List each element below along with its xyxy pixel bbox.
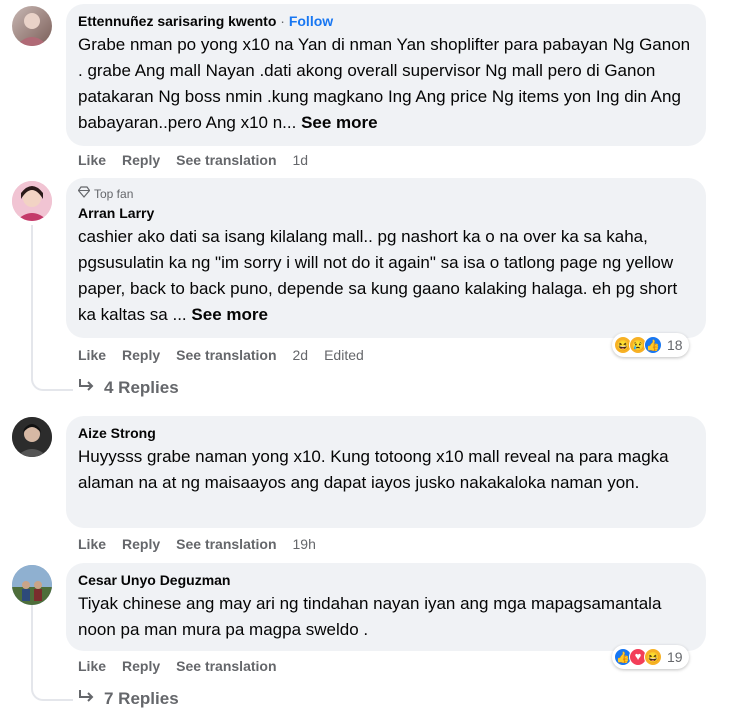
author-name[interactable]: Cesar Unyo Deguzman	[78, 572, 230, 588]
avatar[interactable]	[12, 181, 52, 221]
reply-arrow-icon	[78, 688, 96, 709]
top-fan-badge: Top fan	[77, 186, 694, 202]
timestamp[interactable]: 2d	[293, 347, 309, 363]
author-name[interactable]: Aize Strong	[78, 425, 156, 441]
timestamp[interactable]: 19h	[293, 536, 316, 552]
comment-body: cashier ako dati sa isang kilalang mall.…	[78, 227, 678, 324]
comment-actions: Like Reply See translation 19h	[78, 536, 332, 552]
reply-button[interactable]: Reply	[122, 152, 160, 168]
top-fan-label: Top fan	[94, 187, 134, 201]
replies-label: 7 Replies	[104, 688, 179, 708]
comment-body: Grabe nman po yong x10 na Yan di nman Ya…	[78, 35, 691, 132]
like-button[interactable]: Like	[78, 152, 106, 168]
avatar[interactable]	[12, 6, 52, 46]
comment-actions: Like Reply See translation 1d	[78, 152, 324, 168]
see-translation-link[interactable]: See translation	[176, 536, 276, 552]
like-button[interactable]: Like	[78, 536, 106, 552]
diamond-icon	[77, 186, 91, 202]
replies-label: 4 Replies	[104, 377, 179, 397]
view-replies-link[interactable]: 7 Replies	[78, 688, 179, 709]
reaction-count: 19	[667, 649, 683, 665]
like-icon: 👍	[644, 336, 662, 354]
follow-button[interactable]: Follow	[289, 13, 333, 29]
reply-button[interactable]: Reply	[122, 536, 160, 552]
see-more-link[interactable]: See more	[191, 305, 268, 324]
view-replies-link[interactable]: 4 Replies	[78, 377, 179, 398]
avatar[interactable]	[12, 417, 52, 457]
see-more-link[interactable]: See more	[301, 113, 378, 132]
like-button[interactable]: Like	[78, 347, 106, 363]
separator: ·	[280, 13, 285, 29]
haha-icon: 😆	[644, 648, 662, 666]
see-translation-link[interactable]: See translation	[176, 347, 276, 363]
comment-actions: Like Reply See translation 2d Edited	[78, 347, 380, 363]
comment-text: Grabe nman po yong x10 na Yan di nman Ya…	[78, 32, 694, 136]
comment-bubble: Ettennuñez sarisaring kwento · Follow Gr…	[66, 4, 706, 146]
comment-text: cashier ako dati sa isang kilalang mall.…	[78, 224, 694, 328]
comment-text: Tiyak chinese ang may ari ng tindahan na…	[78, 594, 662, 639]
reaction-summary[interactable]: 👍 ♥ 😆 19	[612, 645, 689, 669]
reaction-count: 18	[667, 337, 683, 353]
author-name[interactable]: Ettennuñez sarisaring kwento	[78, 13, 276, 29]
see-translation-link[interactable]: See translation	[176, 658, 276, 674]
comment-actions: Like Reply See translation	[78, 658, 293, 674]
edited-label: Edited	[324, 347, 364, 363]
like-button[interactable]: Like	[78, 658, 106, 674]
reaction-summary[interactable]: 😆 😢 👍 18	[612, 333, 689, 357]
avatar[interactable]	[12, 565, 52, 605]
comment-bubble: Cesar Unyo Deguzman Tiyak chinese ang ma…	[66, 563, 706, 651]
author-name[interactable]: Arran Larry	[78, 205, 154, 221]
comment-text: Huyysss grabe naman yong x10. Kung totoo…	[78, 447, 669, 492]
reply-button[interactable]: Reply	[122, 347, 160, 363]
see-translation-link[interactable]: See translation	[176, 152, 276, 168]
comment-bubble: Aize Strong Huyysss grabe naman yong x10…	[66, 416, 706, 528]
comment-bubble: Top fan Arran Larry cashier ako dati sa …	[66, 178, 706, 338]
reply-arrow-icon	[78, 377, 96, 398]
reply-button[interactable]: Reply	[122, 658, 160, 674]
timestamp[interactable]: 1d	[293, 152, 309, 168]
